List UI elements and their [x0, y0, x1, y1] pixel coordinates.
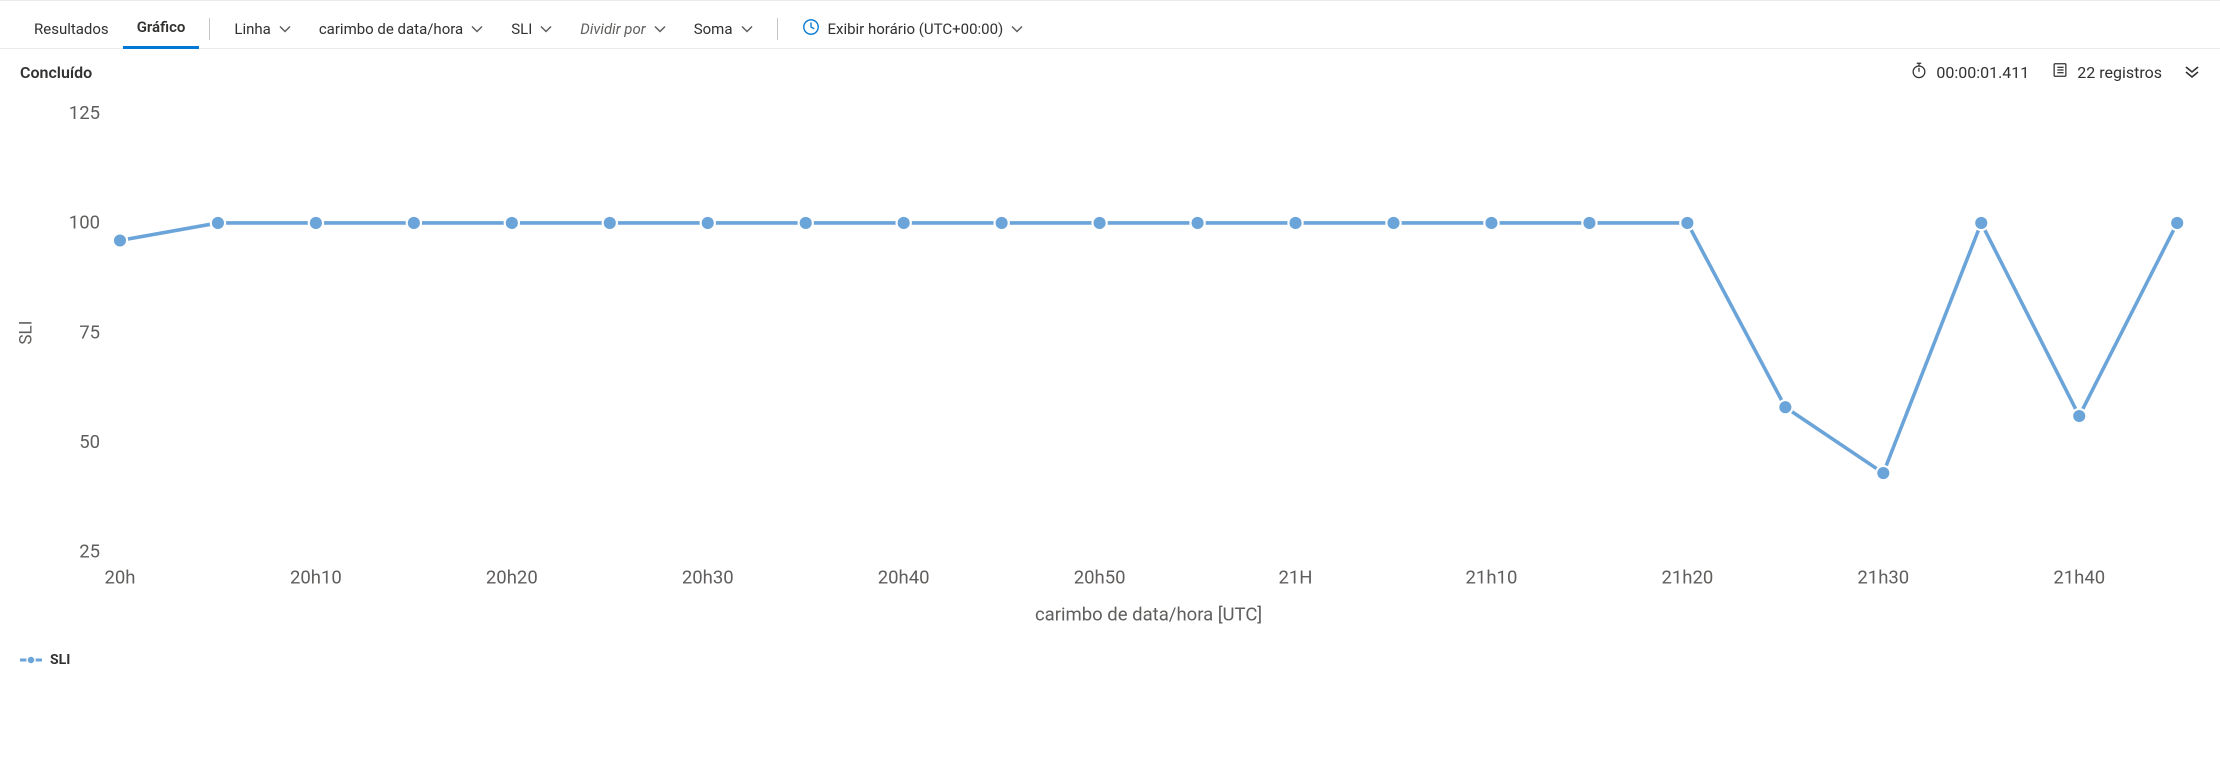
chart-area: 25 50 75 100 125 SLI 20h 20h10 20h20 20h30 20h40 20…	[0, 95, 2220, 644]
query-duration-value: 00:00:01.411	[1936, 63, 2029, 82]
x-tick-label: 20h10	[290, 566, 342, 588]
chevron-down-icon	[471, 23, 483, 35]
data-point[interactable]	[995, 216, 1009, 230]
data-point[interactable]	[211, 216, 225, 230]
x-axis-field-dropdown[interactable]: carimbo de data/hora	[305, 14, 497, 44]
tab-results[interactable]: Resultados	[20, 10, 123, 48]
x-tick-label: 20h20	[486, 566, 538, 588]
y-tick-label: 50	[79, 431, 100, 453]
x-tick-label: 20h30	[682, 566, 734, 588]
y-tick-label: 75	[79, 321, 100, 343]
x-tick-label: 21h10	[1466, 566, 1518, 588]
y-tick-label: 125	[69, 102, 100, 124]
data-point[interactable]	[1092, 216, 1106, 230]
data-point[interactable]	[701, 216, 715, 230]
y-tick-label: 25	[79, 541, 100, 563]
chart-toolbar: Resultados Gráfico Linha carimbo de data…	[0, 1, 2220, 49]
data-point[interactable]	[2170, 216, 2184, 230]
y-axis-field-dropdown[interactable]: SLI	[497, 14, 566, 44]
data-point[interactable]	[1680, 216, 1694, 230]
legend-swatch	[20, 654, 42, 666]
data-point[interactable]	[505, 216, 519, 230]
data-point[interactable]	[1386, 216, 1400, 230]
x-axis-title: carimbo de data/hora [UTC]	[1035, 603, 1262, 625]
y-axis-field-label: SLI	[511, 20, 532, 38]
legend-series-label: SLI	[50, 652, 70, 668]
collapse-panel-button[interactable]	[2184, 64, 2200, 80]
x-tick-label: 21H	[1279, 566, 1313, 588]
chart-type-dropdown[interactable]: Linha	[220, 14, 304, 44]
data-point[interactable]	[2072, 409, 2086, 423]
x-tick-label: 20h50	[1074, 566, 1126, 588]
data-point[interactable]	[113, 233, 127, 247]
toolbar-separator	[209, 18, 210, 40]
y-tick-label: 100	[69, 212, 100, 234]
split-by-label: Dividir por	[580, 20, 645, 38]
x-tick-label: 21h30	[1857, 566, 1909, 588]
data-point[interactable]	[407, 216, 421, 230]
x-tick-label: 21h20	[1661, 566, 1713, 588]
query-duration: 00:00:01.411	[1910, 61, 2029, 83]
x-tick-label: 20h40	[878, 566, 930, 588]
x-tick-label: 20h	[104, 566, 135, 588]
y-axis-title: SLI	[17, 321, 37, 345]
tab-chart[interactable]: Gráfico	[123, 8, 200, 49]
line-chart[interactable]: 25 50 75 100 125 SLI 20h 20h10 20h20 20h30 20h40 20…	[6, 99, 2200, 640]
records-icon	[2051, 61, 2069, 83]
status-bar: Concluído 00:00:01.411	[0, 49, 2220, 95]
data-point[interactable]	[799, 216, 813, 230]
data-point[interactable]	[1484, 216, 1498, 230]
clock-icon	[802, 18, 820, 40]
query-results-panel: Resultados Gráfico Linha carimbo de data…	[0, 0, 2220, 682]
timezone-label: Exibir horário (UTC+00:00)	[828, 20, 1004, 38]
data-point[interactable]	[603, 216, 617, 230]
data-point[interactable]	[897, 216, 911, 230]
data-point[interactable]	[1974, 216, 1988, 230]
x-axis-field-label: carimbo de data/hora	[319, 20, 463, 38]
data-point[interactable]	[1876, 466, 1890, 480]
chart-type-label: Linha	[234, 20, 270, 38]
data-point[interactable]	[1288, 216, 1302, 230]
timezone-dropdown[interactable]: Exibir horário (UTC+00:00)	[788, 12, 1038, 46]
record-count: 22 registros	[2051, 61, 2162, 83]
data-point[interactable]	[309, 216, 323, 230]
status-title: Concluído	[20, 63, 92, 82]
chevron-down-icon	[654, 23, 666, 35]
series-line	[120, 223, 2177, 473]
chevron-down-icon	[279, 23, 291, 35]
chevron-down-icon	[540, 23, 552, 35]
aggregate-label: Soma	[694, 20, 733, 38]
data-point[interactable]	[1778, 400, 1792, 414]
aggregate-dropdown[interactable]: Soma	[680, 14, 767, 44]
stopwatch-icon	[1910, 61, 1928, 83]
data-point[interactable]	[1582, 216, 1596, 230]
chevron-down-icon	[1011, 23, 1023, 35]
chevron-down-icon	[741, 23, 753, 35]
data-point[interactable]	[1190, 216, 1204, 230]
split-by-dropdown[interactable]: Dividir por	[566, 14, 679, 44]
chart-legend: SLI	[0, 644, 2220, 682]
record-count-value: 22 registros	[2077, 63, 2162, 82]
toolbar-separator	[777, 18, 778, 40]
x-tick-label: 21h40	[2053, 566, 2105, 588]
